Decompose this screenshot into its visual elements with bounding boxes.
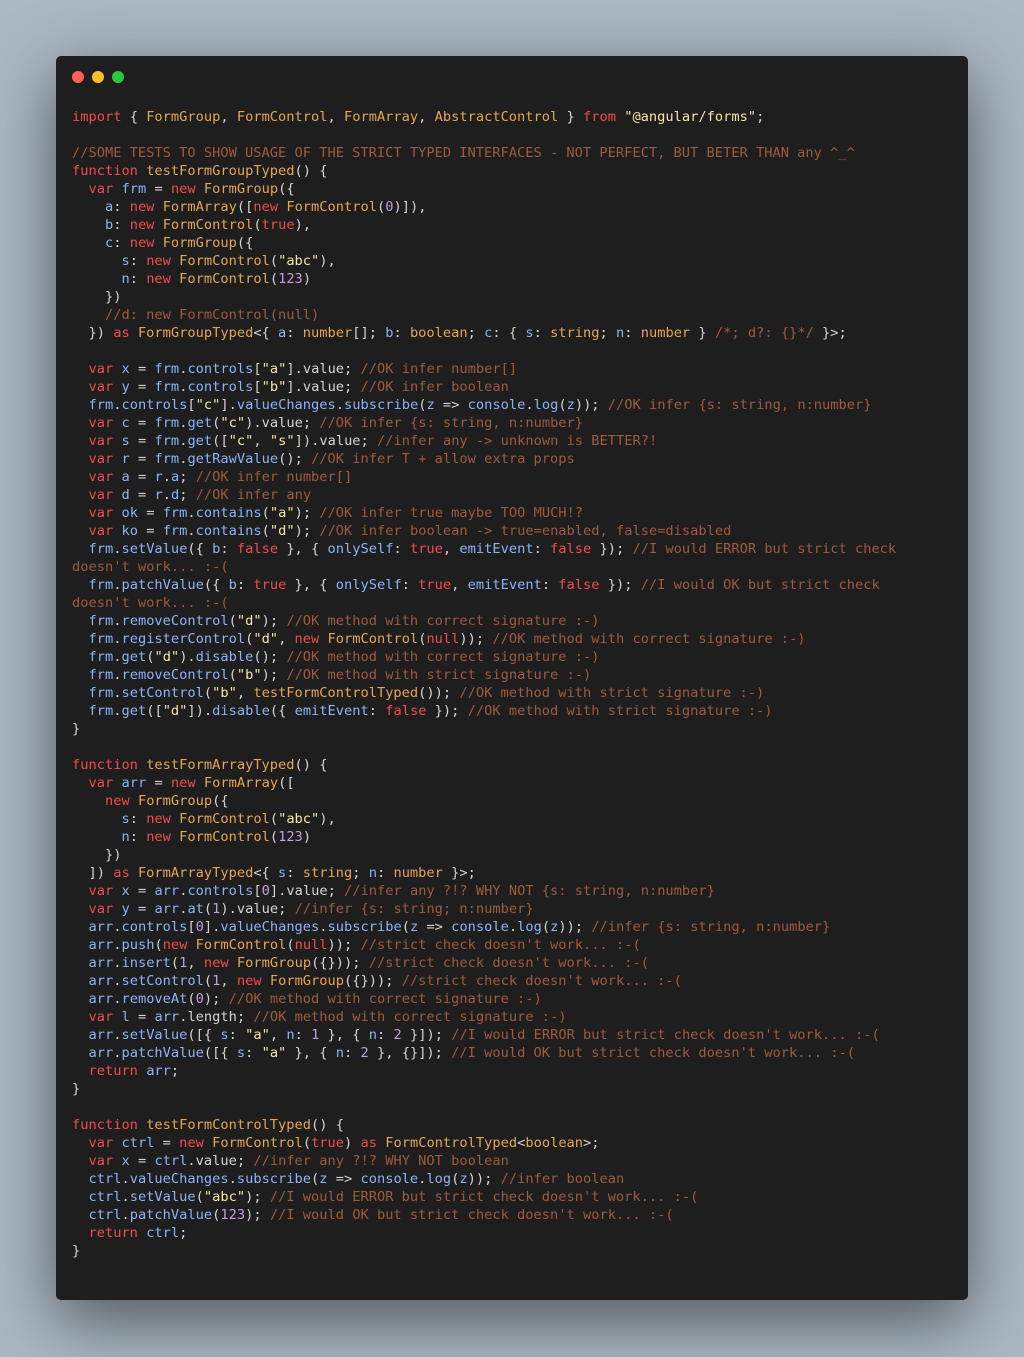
- code-line: return arr;: [88, 1063, 180, 1079]
- code-line: s: new FormControl("abc"),: [121, 253, 336, 269]
- code-line: frm.patchValue({ b: true }, { onlySelf: …: [88, 577, 880, 593]
- code-line: arr.setControl(1, new FormGroup({})); //…: [88, 973, 682, 989]
- code-line: return ctrl;: [88, 1225, 188, 1241]
- code-line: var ko = frm.contains("d"); //OK infer b…: [88, 523, 732, 539]
- code-line: arr.removeAt(0); //OK method with correc…: [88, 991, 542, 1007]
- code-block: import { FormGroup, FormControl, FormArr…: [72, 108, 960, 1260]
- code-line: b: new FormControl(true),: [104, 217, 312, 233]
- code-line: var ctrl = new FormControl(true) as Form…: [88, 1135, 600, 1151]
- code-line: ctrl.valueChanges.subscribe(z => console…: [88, 1171, 625, 1187]
- code-line: s: new FormControl("abc"),: [121, 811, 336, 827]
- code-window: import { FormGroup, FormControl, FormArr…: [56, 56, 968, 1300]
- code-line: ctrl.patchValue(123); //I would OK but s…: [88, 1207, 674, 1223]
- code-line: new FormGroup({: [104, 793, 229, 809]
- code-line: }): [72, 289, 122, 305]
- code-line: }: [72, 721, 81, 737]
- code-line: var x = frm.controls["a"].value; //OK in…: [88, 361, 518, 377]
- window-controls: [72, 71, 124, 83]
- code-line: ​: [72, 342, 960, 360]
- code-line: function testFormControlTyped() {: [72, 1117, 344, 1133]
- code-line: var c = frm.get("c").value; //OK infer {…: [88, 415, 584, 431]
- code-line: ​: [72, 738, 960, 756]
- code-line: var d = r.d; //OK infer any: [88, 487, 312, 503]
- code-line: frm.controls["c"].valueChanges.subscribe…: [88, 397, 872, 413]
- code-line: arr.setValue([{ s: "a", n: 1 }, { n: 2 }…: [88, 1027, 880, 1043]
- code-line: }: [72, 1081, 81, 1097]
- code-line: arr.patchValue([{ s: "a" }, { n: 2 }, {}…: [88, 1045, 855, 1061]
- minimize-dot-icon[interactable]: [92, 71, 104, 83]
- code-line: frm.removeControl("d"); //OK method with…: [88, 613, 600, 629]
- code-line: ]) as FormArrayTyped<{ s: string; n: num…: [72, 865, 476, 881]
- code-line: }): [72, 847, 122, 863]
- code-line: }: [72, 1243, 81, 1259]
- close-dot-icon[interactable]: [72, 71, 84, 83]
- code-line: var s = frm.get(["c", "s"]).value; //inf…: [88, 433, 658, 449]
- code-line: ctrl.setValue("abc"); //I would ERROR bu…: [88, 1189, 699, 1205]
- code-line: frm.get("d").disable(); //OK method with…: [88, 649, 600, 665]
- code-line: ​: [72, 1098, 960, 1116]
- code-line: frm.removeControl("b"); //OK method with…: [88, 667, 592, 683]
- code-line: arr.push(new FormControl(null)); //stric…: [88, 937, 641, 953]
- code-line: ​: [72, 126, 960, 144]
- code-line: var x = ctrl.value; //infer any ?!? WHY …: [88, 1153, 509, 1169]
- code-line: frm.get(["d"]).disable({ emitEvent: fals…: [88, 703, 773, 719]
- code-line: frm.registerControl("d", new FormControl…: [88, 631, 806, 647]
- code-line: //d: new FormControl(null): [104, 307, 320, 323]
- code-line: //SOME TESTS TO SHOW USAGE OF THE STRICT…: [72, 145, 855, 161]
- code-line: doesn't work... :-(: [72, 559, 229, 575]
- code-line: var r = frm.getRawValue(); //OK infer T …: [88, 451, 575, 467]
- code-line: var y = frm.controls["b"].value; //OK in…: [88, 379, 509, 395]
- code-line: n: new FormControl(123): [121, 829, 312, 845]
- code-line: var ok = frm.contains("a"); //OK infer t…: [88, 505, 584, 521]
- code-line: }) as FormGroupTyped<{ a: number[]; b: b…: [72, 325, 847, 341]
- code-line: function testFormArrayTyped() {: [72, 757, 328, 773]
- code-line: function testFormGroupTyped() {: [72, 163, 328, 179]
- code-line: n: new FormControl(123): [121, 271, 312, 287]
- code-line: import { FormGroup, FormControl, FormArr…: [72, 109, 765, 125]
- code-line: var y = arr.at(1).value; //infer {s: str…: [88, 901, 534, 917]
- maximize-dot-icon[interactable]: [112, 71, 124, 83]
- code-line: c: new FormGroup({: [104, 235, 254, 251]
- code-line: frm.setControl("b", testFormControlTyped…: [88, 685, 765, 701]
- code-line: var frm = new FormGroup({: [88, 181, 295, 197]
- code-line: a: new FormArray([new FormControl(0)]),: [104, 199, 427, 215]
- code-line: arr.insert(1, new FormGroup({})); //stri…: [88, 955, 649, 971]
- code-line: var a = r.a; //OK infer number[]: [88, 469, 353, 485]
- code-line: var l = arr.length; //OK method with cor…: [88, 1009, 567, 1025]
- code-line: arr.controls[0].valueChanges.subscribe(z…: [88, 919, 831, 935]
- code-line: var x = arr.controls[0].value; //infer a…: [88, 883, 715, 899]
- code-line: var arr = new FormArray([: [88, 775, 295, 791]
- code-line: doesn't work... :-(: [72, 595, 229, 611]
- code-line: frm.setValue({ b: false }, { onlySelf: t…: [88, 541, 897, 557]
